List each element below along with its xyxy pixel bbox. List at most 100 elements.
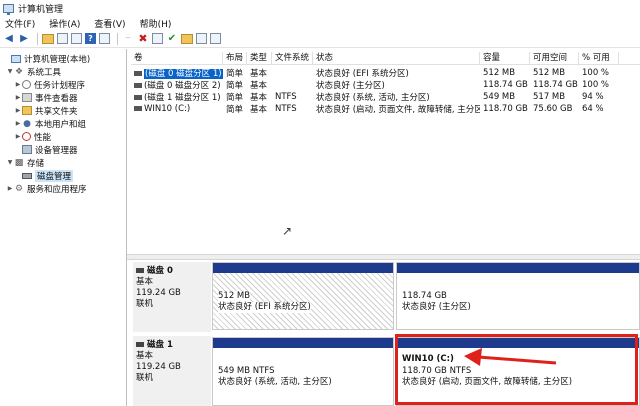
volume-percent-free: 100 % xyxy=(579,68,619,78)
menu-view[interactable]: 查看(V) xyxy=(94,17,125,30)
volume-type: 基本 xyxy=(247,67,272,79)
volume-icon xyxy=(134,106,142,111)
up-folder-icon[interactable] xyxy=(42,34,54,44)
tree-item-task-scheduler[interactable]: ▶ 任务计划程序 xyxy=(0,78,126,91)
navigation-tree: 计算机管理(本地) ▼ ❖ 系统工具 ▶ 任务计划程序 ▶ 事件查看器 ▶ 共享… xyxy=(0,49,127,406)
console-view-icon[interactable] xyxy=(99,33,110,44)
computer-management-icon xyxy=(3,4,14,13)
tree-item-label: 任务计划程序 xyxy=(34,79,85,91)
chevron-down-icon[interactable]: ▼ xyxy=(6,159,14,166)
volume-layout: 简单 xyxy=(223,67,247,79)
list-view-icon[interactable] xyxy=(210,33,221,44)
menu-action[interactable]: 操作(A) xyxy=(49,17,80,30)
tree-item-performance[interactable]: ▶ 性能 xyxy=(0,130,126,143)
tree-item-label: 服务和应用程序 xyxy=(27,183,87,195)
disk-type: 基本 xyxy=(136,351,208,362)
column-header-capacity[interactable]: 容量 xyxy=(480,52,530,64)
column-header-volume[interactable]: 卷 xyxy=(131,52,223,64)
partition-bar xyxy=(213,338,393,348)
disk-0-info[interactable]: 磁盘 0 基本 119.24 GB 联机 xyxy=(133,262,211,332)
partition-bar xyxy=(397,263,639,273)
tools-icon: ❖ xyxy=(14,67,24,76)
disk-status: 联机 xyxy=(136,299,208,310)
column-header-type[interactable]: 类型 xyxy=(247,52,272,64)
volume-capacity: 512 MB xyxy=(480,68,530,78)
column-header-free-space[interactable]: 可用空间 xyxy=(530,52,579,64)
volume-row[interactable]: (磁盘 0 磁盘分区 2) 简单 基本 状态良好 (主分区) 118.74 GB… xyxy=(131,79,640,91)
volume-capacity: 549 MB xyxy=(480,92,530,102)
volume-free-space: 75.60 GB xyxy=(530,104,579,114)
search-disk-icon[interactable] xyxy=(196,33,207,44)
disk-1-info[interactable]: 磁盘 1 基本 119.24 GB 联机 xyxy=(133,336,211,406)
disk-0-partition-primary[interactable]: 118.74 GB 状态良好 (主分区) xyxy=(396,262,640,330)
toolbar-separator xyxy=(117,33,118,45)
tree-item-label: 事件查看器 xyxy=(35,92,78,104)
volume-row[interactable]: (磁盘 1 磁盘分区 1) 简单 基本 NTFS 状态良好 (系统, 活动, 主… xyxy=(131,91,640,103)
volume-filesystem: NTFS xyxy=(272,92,313,102)
tree-item-label: 本地用户和组 xyxy=(35,118,86,130)
disk-name: 磁盘 0 xyxy=(147,266,173,276)
check-icon[interactable]: ✔ xyxy=(166,33,178,45)
chevron-right-icon[interactable]: ▶ xyxy=(14,120,22,127)
disk-0-partition-efi[interactable]: 512 MB 状态良好 (EFI 系统分区) xyxy=(212,262,394,330)
volume-layout: 简单 xyxy=(223,103,247,115)
tree-item-label: 存储 xyxy=(27,157,44,169)
forward-arrow-icon[interactable]: ▶ xyxy=(18,33,30,45)
storage-icon: ▩ xyxy=(14,158,24,167)
tree-item-storage[interactable]: ▼ ▩ 存储 xyxy=(0,156,126,169)
volume-icon xyxy=(134,71,142,76)
partition-size: 512 MB xyxy=(218,291,250,302)
column-header-layout[interactable]: 布局 xyxy=(223,52,247,64)
volume-status: 状态良好 (系统, 活动, 主分区) xyxy=(313,91,480,103)
chevron-right-icon[interactable]: ▶ xyxy=(14,94,22,101)
tree-item-computer-management[interactable]: 计算机管理(本地) xyxy=(0,52,126,65)
new-file-icon[interactable] xyxy=(152,33,163,44)
tree-item-disk-management[interactable]: 磁盘管理 xyxy=(0,169,126,182)
volume-percent-free: 94 % xyxy=(579,92,619,102)
column-header-filesystem[interactable]: 文件系统 xyxy=(272,52,313,64)
volume-type: 基本 xyxy=(247,91,272,103)
disk-1-partition-system[interactable]: 549 MB NTFS 状态良好 (系统, 活动, 主分区) xyxy=(212,337,394,406)
connect-drive-icon[interactable]: ⎯ xyxy=(122,33,134,45)
volume-percent-free: 64 % xyxy=(579,104,619,114)
volume-row[interactable]: WIN10 (C:) 简单 基本 NTFS 状态良好 (启动, 页面文件, 故障… xyxy=(131,103,640,115)
volume-name: (磁盘 0 磁盘分区 2) xyxy=(144,81,221,91)
volume-row[interactable]: (磁盘 0 磁盘分区 1) 简单 基本 状态良好 (EFI 系统分区) 512 … xyxy=(131,67,640,79)
tree-item-label: 共享文件夹 xyxy=(35,105,78,117)
column-header-status[interactable]: 状态 xyxy=(313,52,480,64)
menu-help[interactable]: 帮助(H) xyxy=(140,17,172,30)
tree-item-label: 计算机管理(本地) xyxy=(24,53,90,65)
tree-item-system-tools[interactable]: ▼ ❖ 系统工具 xyxy=(0,65,126,78)
tree-item-device-manager[interactable]: 设备管理器 xyxy=(0,143,126,156)
mouse-cursor-icon: ↗ xyxy=(282,224,292,238)
column-header-percent-free[interactable]: % 可用 xyxy=(579,52,619,64)
back-arrow-icon[interactable]: ◀ xyxy=(3,33,15,45)
shared-folder-icon xyxy=(22,106,32,115)
toolbar: ◀ ▶ ? ⎯ ✖ ✔ xyxy=(0,30,640,48)
volume-name: (磁盘 0 磁盘分区 1) xyxy=(144,69,223,79)
delete-icon[interactable]: ✖ xyxy=(137,33,149,45)
menu-file[interactable]: 文件(F) xyxy=(5,17,35,30)
chevron-right-icon[interactable]: ▶ xyxy=(14,81,22,88)
volume-list: 卷 布局 类型 文件系统 状态 容量 可用空间 % 可用 (磁盘 0 磁盘分区 … xyxy=(131,49,640,254)
tree-item-local-users-groups[interactable]: ▶ ● 本地用户和组 xyxy=(0,117,126,130)
open-folder-icon[interactable] xyxy=(181,34,193,44)
show-hide-tree-icon[interactable] xyxy=(57,33,68,44)
volume-filesystem: NTFS xyxy=(272,104,313,114)
chevron-right-icon[interactable]: ▶ xyxy=(14,107,22,114)
disk-name: 磁盘 1 xyxy=(147,340,173,350)
properties-icon[interactable] xyxy=(71,33,82,44)
tree-item-services-applications[interactable]: ▶ ⚙ 服务和应用程序 xyxy=(0,182,126,195)
volume-icon xyxy=(134,83,142,88)
disk-size: 119.24 GB xyxy=(136,288,208,299)
tree-item-event-viewer[interactable]: ▶ 事件查看器 xyxy=(0,91,126,104)
help-icon[interactable]: ? xyxy=(85,33,96,44)
volume-name: WIN10 (C:) xyxy=(144,104,190,114)
tree-item-shared-folders[interactable]: ▶ 共享文件夹 xyxy=(0,104,126,117)
volume-type: 基本 xyxy=(247,79,272,91)
disk-status: 联机 xyxy=(136,373,208,384)
chevron-right-icon[interactable]: ▶ xyxy=(6,185,14,192)
chevron-right-icon[interactable]: ▶ xyxy=(14,133,22,140)
chevron-down-icon[interactable]: ▼ xyxy=(6,68,14,75)
volume-layout: 简单 xyxy=(223,91,247,103)
